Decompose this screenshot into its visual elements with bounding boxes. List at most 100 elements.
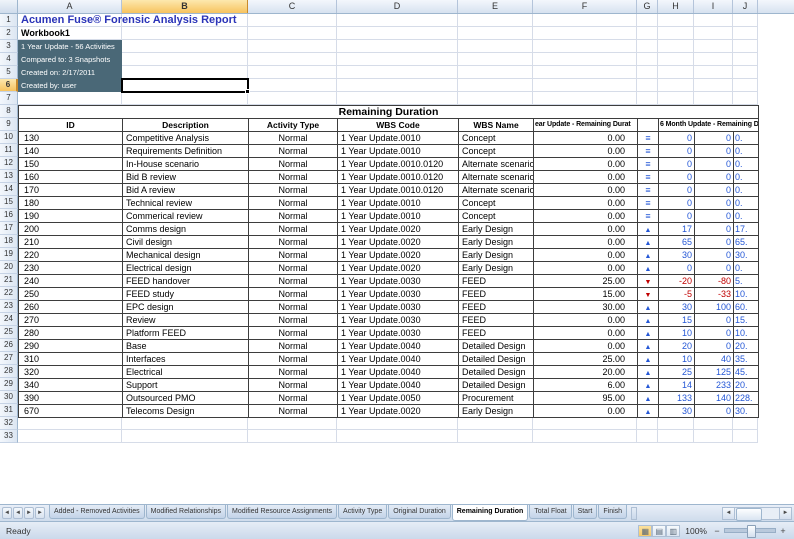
cell-activity-id[interactable]: 340 xyxy=(19,379,123,392)
cell-trend[interactable]: ≡ xyxy=(638,184,659,197)
row-header-18[interactable]: 18 xyxy=(0,235,18,248)
cell-wbs-code[interactable]: 1 Year Update.0020 xyxy=(338,405,459,418)
cell-percent-change[interactable]: 0 xyxy=(695,262,734,275)
cell-updated-duration[interactable]: 65. xyxy=(734,236,759,249)
cell-remaining-duration[interactable]: 0.00 xyxy=(534,405,638,418)
zoom-level[interactable]: 100% xyxy=(685,526,707,536)
tab-splitter-handle[interactable] xyxy=(631,507,637,520)
cell-activity-id[interactable]: 220 xyxy=(19,249,123,262)
table-header-cell[interactable]: ear Update - Remaining Durat xyxy=(534,119,638,132)
cell-remaining-duration[interactable]: 20.00 xyxy=(534,366,638,379)
sheet-tab-total-float[interactable]: Total Float xyxy=(529,505,571,519)
cell-remaining-duration[interactable]: 0.00 xyxy=(534,223,638,236)
cell-activity-id[interactable]: 150 xyxy=(19,158,123,171)
cell-percent-change[interactable]: -33 xyxy=(695,288,734,301)
cell-description[interactable]: Technical review xyxy=(123,197,249,210)
cell-updated-duration[interactable]: 20. xyxy=(734,340,759,353)
cell-delta[interactable]: 30 xyxy=(659,301,695,314)
cell-activity-type[interactable]: Normal xyxy=(249,262,338,275)
cell-remaining-duration[interactable]: 0.00 xyxy=(534,171,638,184)
cell-trend[interactable]: ▲ xyxy=(638,314,659,327)
cell-delta[interactable]: 0 xyxy=(659,145,695,158)
cell-description[interactable]: Electrical design xyxy=(123,262,249,275)
cell-delta[interactable]: 0 xyxy=(659,210,695,223)
cell-percent-change[interactable]: 0 xyxy=(695,249,734,262)
cell-description[interactable]: Civil design xyxy=(123,236,249,249)
cell-activity-id[interactable]: 130 xyxy=(19,132,123,145)
cell-wbs-name[interactable]: Alternate scenario xyxy=(459,184,534,197)
cell-wbs-code[interactable]: 1 Year Update.0050 xyxy=(338,392,459,405)
cell-wbs-name[interactable]: FEED xyxy=(459,275,534,288)
row-header-25[interactable]: 25 xyxy=(0,326,18,339)
cell-remaining-duration[interactable]: 0.00 xyxy=(534,210,638,223)
scroll-right-button[interactable]: ► xyxy=(779,507,792,520)
row-header-2[interactable]: 2 xyxy=(0,27,18,40)
cell-trend[interactable]: ▲ xyxy=(638,249,659,262)
cell-updated-duration[interactable]: 0. xyxy=(734,145,759,158)
cell-activity-id[interactable]: 140 xyxy=(19,145,123,158)
cell-wbs-code[interactable]: 1 Year Update.0020 xyxy=(338,223,459,236)
row-header-9[interactable]: 9 xyxy=(0,118,18,131)
cell-activity-id[interactable]: 270 xyxy=(19,314,123,327)
cell-delta[interactable]: -5 xyxy=(659,288,695,301)
cell-trend[interactable]: ≡ xyxy=(638,171,659,184)
cell-wbs-code[interactable]: 1 Year Update.0040 xyxy=(338,366,459,379)
cell-wbs-name[interactable]: Early Design xyxy=(459,405,534,418)
cell-activity-id[interactable]: 670 xyxy=(19,405,123,418)
cell-updated-duration[interactable]: 0. xyxy=(734,197,759,210)
row-header-30[interactable]: 30 xyxy=(0,391,18,404)
cell-description[interactable]: Outsourced PMO xyxy=(123,392,249,405)
cell-delta[interactable]: 10 xyxy=(659,327,695,340)
zoom-slider-thumb[interactable] xyxy=(747,525,756,538)
sheet-tab-added-removed-activities[interactable]: Added - Removed Activities xyxy=(49,505,145,519)
cell-percent-change[interactable]: 140 xyxy=(695,392,734,405)
row-header-11[interactable]: 11 xyxy=(0,144,18,157)
row-header-24[interactable]: 24 xyxy=(0,313,18,326)
cell-report-title[interactable]: Acumen Fuse® Forensic Analysis Report xyxy=(21,14,237,27)
table-header-cell[interactable]: ID xyxy=(19,119,123,132)
cell-wbs-code[interactable]: 1 Year Update.0010.0120 xyxy=(338,171,459,184)
zoom-slider[interactable]: − + xyxy=(712,526,788,536)
cell-wbs-name[interactable]: Concept xyxy=(459,145,534,158)
cell-updated-duration[interactable]: 5. xyxy=(734,275,759,288)
cell-percent-change[interactable]: 0 xyxy=(695,132,734,145)
cell-percent-change[interactable]: 0 xyxy=(695,314,734,327)
column-header-J[interactable]: J xyxy=(733,0,758,13)
cell-remaining-duration[interactable]: 6.00 xyxy=(534,379,638,392)
cell-activity-type[interactable]: Normal xyxy=(249,379,338,392)
cell-wbs-name[interactable]: Concept xyxy=(459,132,534,145)
normal-view-icon[interactable]: ▦ xyxy=(638,525,652,537)
sheet-tab-modified-relationships[interactable]: Modified Relationships xyxy=(146,505,226,519)
cell-trend[interactable]: ▲ xyxy=(638,353,659,366)
cell-remaining-duration[interactable]: 0.00 xyxy=(534,340,638,353)
cell-percent-change[interactable]: 40 xyxy=(695,353,734,366)
cell-remaining-duration[interactable]: 0.00 xyxy=(534,158,638,171)
cell-activity-id[interactable]: 240 xyxy=(19,275,123,288)
cell-activity-type[interactable]: Normal xyxy=(249,275,338,288)
cell-wbs-name[interactable]: FEED xyxy=(459,301,534,314)
row-header-31[interactable]: 31 xyxy=(0,404,18,417)
row-header-16[interactable]: 16 xyxy=(0,209,18,222)
next-sheet-button[interactable]: ► xyxy=(24,507,34,519)
cell-updated-duration[interactable]: 0. xyxy=(734,158,759,171)
page-layout-view-icon[interactable]: ▤ xyxy=(652,525,666,537)
horizontal-scrollbar[interactable]: ◄ ► xyxy=(722,507,792,520)
row-header-10[interactable]: 10 xyxy=(0,131,18,144)
cell-activity-type[interactable]: Normal xyxy=(249,327,338,340)
cell-activity-id[interactable]: 290 xyxy=(19,340,123,353)
cell-trend[interactable]: ▲ xyxy=(638,236,659,249)
row-header-8[interactable]: 8 xyxy=(0,105,18,118)
cell-updated-duration[interactable]: 228. xyxy=(734,392,759,405)
cell-delta[interactable]: 65 xyxy=(659,236,695,249)
row-header-32[interactable]: 32 xyxy=(0,417,18,430)
cell-description[interactable]: Bid B review xyxy=(123,171,249,184)
sheet-tab-activity-type[interactable]: Activity Type xyxy=(338,505,387,519)
cell-description[interactable]: Commerical review xyxy=(123,210,249,223)
cell-trend[interactable]: ≡ xyxy=(638,210,659,223)
cell-percent-change[interactable]: 0 xyxy=(695,405,734,418)
cell-delta[interactable]: 0 xyxy=(659,158,695,171)
zoom-slider-track[interactable] xyxy=(724,528,776,533)
row-header-15[interactable]: 15 xyxy=(0,196,18,209)
cell-description[interactable]: FEED handover xyxy=(123,275,249,288)
cell-activity-type[interactable]: Normal xyxy=(249,184,338,197)
